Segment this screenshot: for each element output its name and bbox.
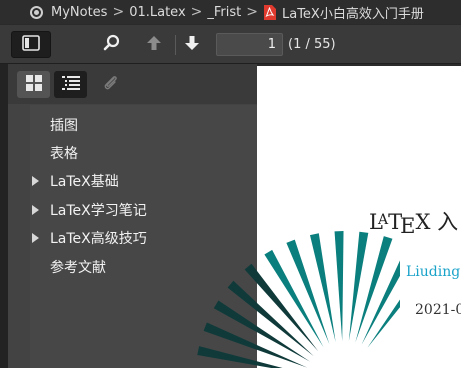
doc-author: Liuding (406, 264, 461, 280)
doc-title-text: 入 (437, 210, 459, 234)
outline-list-icon (61, 75, 81, 95)
breadcrumb-item-frist[interactable]: _Frist (207, 5, 241, 20)
pdf-file-icon (263, 4, 276, 20)
outline-item[interactable]: 表格 (50, 142, 78, 164)
sidebar-toggle-button[interactable] (11, 31, 51, 58)
fan-feather (348, 231, 369, 342)
outline-item[interactable]: 参考文献 (50, 256, 106, 278)
fan-feather (334, 231, 344, 342)
cover-fan-decoration (197, 231, 400, 368)
left-edge-strip (0, 64, 8, 368)
expand-arrow-icon[interactable] (32, 176, 39, 186)
pdf-viewer-window: { "breadcrumb": { "items": ["MyNotes", "… (0, 0, 461, 368)
breadcrumb-item-latex[interactable]: 01.Latex (129, 5, 185, 20)
outline-item-label: 表格 (50, 146, 78, 162)
outline-item[interactable]: LaTeX学习笔记 (32, 199, 147, 221)
breadcrumb-separator: > (190, 4, 203, 20)
pdf-toolbar: (1 / 55) (0, 24, 461, 64)
toolbar-divider (175, 35, 176, 55)
sidebar-tabs (8, 64, 257, 104)
arrow-up-icon (145, 34, 163, 56)
tab-thumbnails[interactable] (17, 71, 50, 98)
breadcrumb: MyNotes > 01.Latex > _Frist > LaTeX小白高效入… (0, 0, 461, 24)
previous-page-button[interactable] (142, 34, 166, 56)
expand-arrow-icon[interactable] (32, 233, 39, 243)
outline-item-label: LaTeX高级技巧 (50, 231, 147, 247)
outline-item[interactable]: LaTeX高级技巧 (32, 227, 147, 249)
page-count-label: (1 / 55) (288, 37, 336, 52)
arrow-down-icon (183, 34, 201, 56)
search-icon (103, 34, 121, 56)
breadcrumb-item-mynotes[interactable]: MyNotes (51, 5, 107, 20)
paperclip-icon (102, 74, 120, 96)
next-page-button[interactable] (180, 34, 204, 56)
search-button[interactable] (100, 34, 124, 56)
breadcrumb-separator: > (112, 4, 125, 20)
outline-item-label: 参考文献 (50, 260, 106, 276)
expand-arrow-icon[interactable] (32, 205, 39, 215)
vault-icon[interactable] (30, 5, 43, 19)
sidebar-toggle-icon (22, 34, 40, 55)
breadcrumb-item-file[interactable]: LaTeX小白高效入门手册 (282, 3, 424, 22)
outline-item-label: 插图 (50, 118, 78, 134)
outline-item-label: LaTeX学习笔记 (50, 203, 147, 219)
page-number-input[interactable] (216, 33, 283, 56)
tab-attachments[interactable] (94, 71, 127, 98)
outline-item[interactable]: 插图 (50, 114, 78, 136)
outline-item-label: LaTeX基础 (50, 174, 119, 190)
doc-date: 2021-0 (415, 302, 461, 318)
thumbnails-icon (25, 74, 43, 96)
tab-outline[interactable] (54, 71, 87, 98)
breadcrumb-separator: > (246, 4, 258, 20)
outline-item[interactable]: LaTeX基础 (32, 170, 119, 192)
